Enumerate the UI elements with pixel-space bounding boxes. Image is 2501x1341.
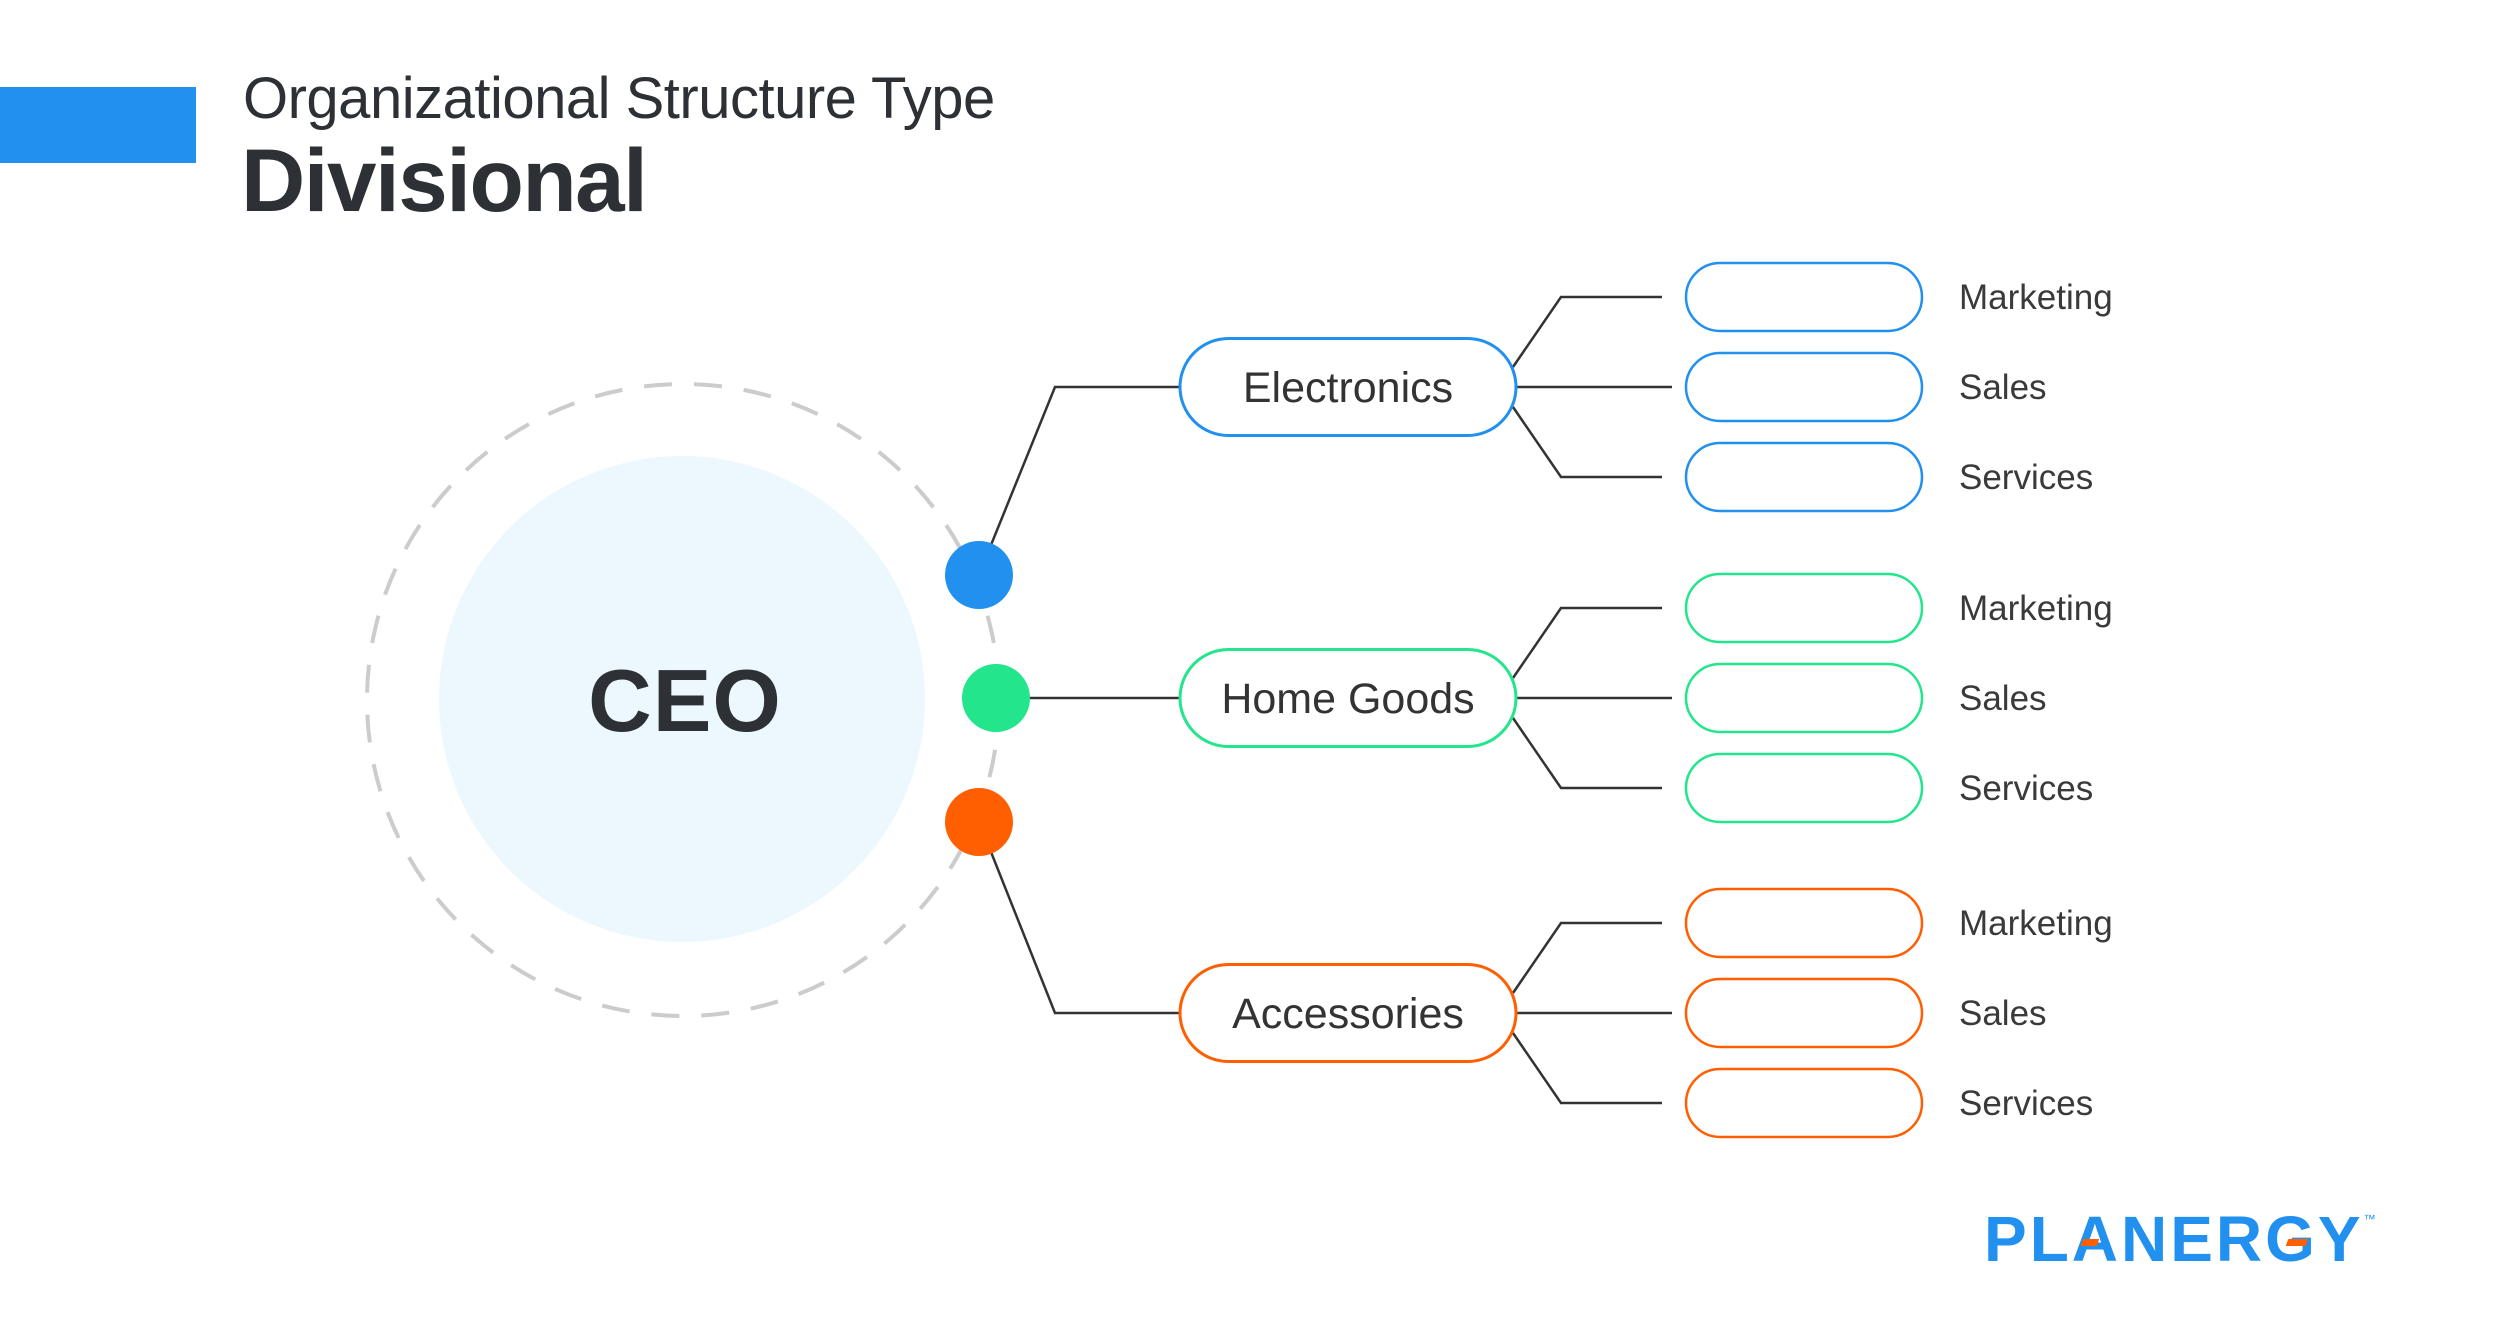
logo-letter: N [2121, 1203, 2171, 1275]
department-box [1684, 977, 1924, 1049]
department-connector-line [1511, 606, 1662, 679]
logo-trademark: ™ [2363, 1212, 2376, 1226]
root-connector-line [989, 851, 1180, 1015]
logo-letter: P [1984, 1203, 2030, 1275]
logo-accent-mark [2285, 1239, 2309, 1246]
department-box [1684, 1067, 1924, 1139]
division-dot [962, 664, 1030, 732]
logo-letter: R [2215, 1203, 2266, 1275]
department-box [1684, 887, 1924, 959]
department-label: Services [1959, 1084, 2093, 1123]
logo-letter: E [2170, 1203, 2216, 1275]
logo-accent-mark [2080, 1239, 2100, 1246]
planergy-logo: PLANERGY™ [1984, 1207, 2376, 1271]
department-connector-line [1511, 406, 1662, 479]
department-label: Sales [1959, 679, 2047, 718]
logo-letter: L [2029, 1203, 2072, 1275]
department-connector-line [1511, 1032, 1662, 1105]
department-box [1684, 261, 1924, 333]
org-chart-diagram: CEO Electronics Marketing Sales Services Hom… [365, 261, 2113, 1139]
ceo-node: CEO [365, 382, 1001, 1018]
department-label: Services [1959, 458, 2093, 497]
division-dot [945, 788, 1013, 856]
department-connector-line [1511, 921, 1662, 994]
department-label: Services [1959, 769, 2093, 808]
logo-letter: Y [2317, 1203, 2364, 1275]
logo-letter: G [2265, 1203, 2318, 1275]
division-label: Accessories [1232, 990, 1464, 1038]
division-label: Home Goods [1221, 675, 1474, 723]
division-dot [945, 541, 1013, 609]
division-electronics: Electronics Marketing Sales Services [945, 261, 2113, 609]
logo-letter: A [2072, 1203, 2121, 1275]
department-label: Marketing [1959, 278, 2113, 317]
department-box [1684, 662, 1924, 734]
department-connector-line [1511, 295, 1662, 368]
department-label: Sales [1959, 994, 2047, 1033]
department-box [1684, 351, 1924, 423]
divisions: Electronics Marketing Sales Services Home Go… [945, 261, 2113, 1139]
department-connector-line [1511, 717, 1662, 790]
division-label: Electronics [1243, 364, 1453, 412]
department-box [1684, 572, 1924, 644]
ceo-label: CEO [588, 651, 782, 750]
department-label: Marketing [1959, 589, 2113, 628]
department-box [1684, 441, 1924, 513]
department-label: Sales [1959, 368, 2047, 407]
division-accessories: Accessories Marketing Sales Services [945, 788, 2113, 1139]
department-label: Marketing [1959, 904, 2113, 943]
root-connector-line [989, 385, 1180, 546]
department-box [1684, 752, 1924, 824]
logo-text: PLANERGY [1984, 1203, 2364, 1275]
